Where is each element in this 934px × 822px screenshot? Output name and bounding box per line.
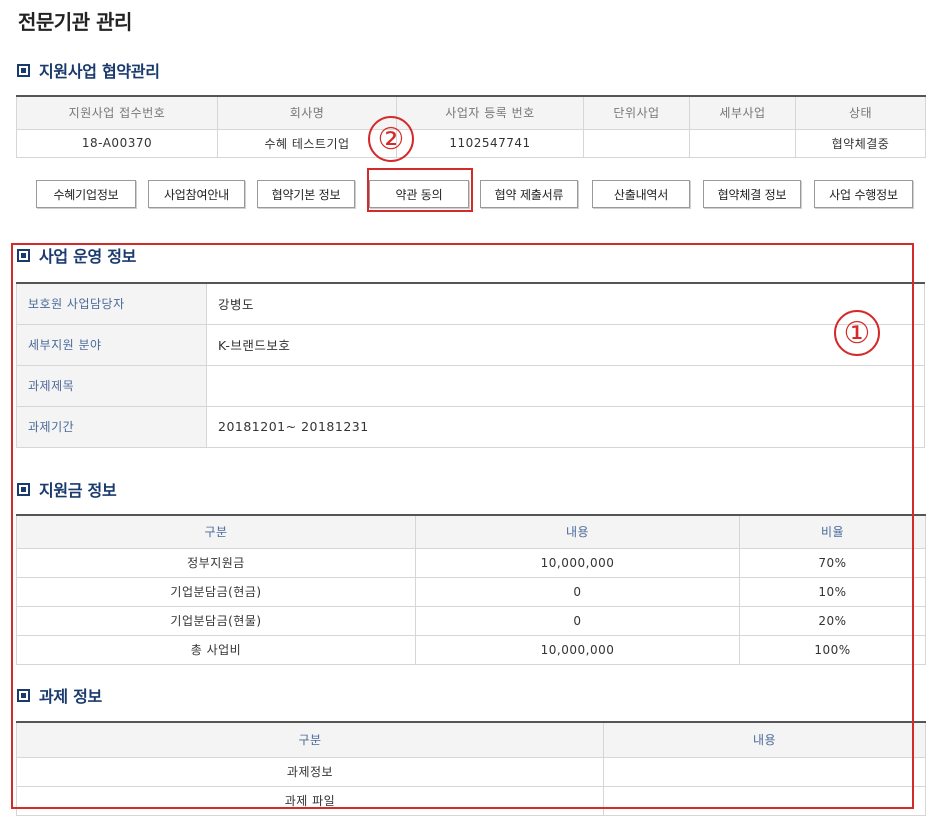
annotation-box-terms-button bbox=[367, 168, 473, 212]
section-title-agreement: 지원사업 협약관리 bbox=[17, 58, 160, 82]
header-receipt-no: 지원사업 접수번호 bbox=[16, 95, 218, 130]
cell-status: 협약체결중 bbox=[795, 128, 926, 158]
header-detail-project: 세부사업 bbox=[689, 95, 796, 130]
table-header-row: 지원사업 접수번호 회사명 사업자 등록 번호 단위사업 세부사업 상태 bbox=[16, 95, 926, 130]
agreement-documents-button[interactable]: 협약 제출서류 bbox=[480, 180, 578, 208]
header-business-reg-no: 사업자 등록 번호 bbox=[396, 95, 584, 130]
project-execution-info-button[interactable]: 사업 수행정보 bbox=[814, 180, 913, 208]
header-company-name: 회사명 bbox=[217, 95, 397, 130]
square-bullet-icon bbox=[17, 63, 30, 77]
agreement-conclusion-info-button[interactable]: 협약체결 정보 bbox=[703, 180, 801, 208]
page-title: 전문기관 관리 bbox=[18, 10, 132, 34]
annotation-marker-1: ① bbox=[834, 310, 880, 356]
cell-business-reg-no: 1102547741 bbox=[396, 128, 584, 158]
table-row: 18-A00370 수혜 테스트기업 1102547741 협약체결중 bbox=[16, 128, 926, 158]
header-status: 상태 bbox=[795, 95, 926, 130]
agreement-table: 지원사업 접수번호 회사명 사업자 등록 번호 단위사업 세부사업 상태 18-… bbox=[16, 95, 926, 158]
annotation-marker-2: ② bbox=[368, 116, 414, 162]
cell-unit-project bbox=[583, 128, 690, 158]
agreement-basic-info-button[interactable]: 협약기본 정보 bbox=[257, 180, 355, 208]
cell-receipt-no: 18-A00370 bbox=[16, 128, 218, 158]
header-unit-project: 단위사업 bbox=[583, 95, 690, 130]
beneficiary-info-button[interactable]: 수혜기업정보 bbox=[36, 180, 136, 208]
section-title-agreement-text: 지원사업 협약관리 bbox=[39, 62, 160, 81]
annotation-box-detail-area bbox=[11, 243, 914, 809]
participation-guide-button[interactable]: 사업참여안내 bbox=[148, 180, 245, 208]
cell-detail-project bbox=[689, 128, 796, 158]
cost-breakdown-button[interactable]: 산출내역서 bbox=[592, 180, 690, 208]
